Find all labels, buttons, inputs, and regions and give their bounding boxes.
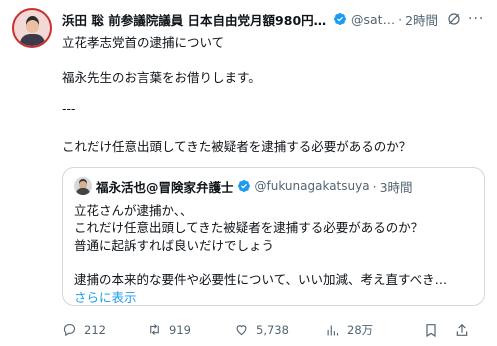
repost-icon [150,324,159,335]
action-bar: 212 919 5,738 28万 [62,322,490,340]
view-count: 28万 [347,323,374,337]
quote-text-line: 普通に起訴すれば良いだけでしょう [74,238,275,253]
reply-button[interactable]: 212 [62,322,106,337]
separator: · [372,178,377,194]
show-more-link[interactable]: さらに表示 [74,287,137,306]
tweet-header: 浜田 聡 前参議院議員 日本自由党月額980円党員… @sat … · 2時間 … [62,9,490,29]
tweet-text-line: 福永先生のお言葉をお借りします。 [62,70,261,85]
quote-handle[interactable]: @fukunagakatsuya [255,179,370,193]
grok-icon[interactable] [446,11,462,27]
views-icon [327,325,339,335]
tweet-text-line: 立花孝志党首の逮捕について [62,35,225,50]
handle-ellipsis: … [382,11,396,27]
quote-text-line: これだけ任意出頭してきた被疑者を逮捕する必要があるのか？ [74,220,424,235]
quoted-tweet[interactable]: 福永活也@冒険家弁護士 @fukunagakatsuya · 3時間 立花さんが… [62,167,485,306]
tweet-text-line: --- [62,101,76,116]
repost-count: 919 [169,322,191,337]
views-button[interactable]: 28万 [325,322,373,338]
share-icon[interactable] [454,322,470,338]
tweet-text-line: これだけ任意出頭してきた被疑者を逮捕する必要があるのか？ [62,139,412,154]
like-icon [236,325,247,336]
like-button[interactable]: 5,738 [234,322,289,337]
quote-header: 福永活也@冒険家弁護士 @fukunagakatsuya · 3時間 [96,177,413,195]
repost-button[interactable]: 919 [147,322,191,337]
quote-display-name[interactable]: 福永活也@冒険家弁護士 [96,177,234,196]
verified-badge-icon [237,180,250,192]
tweet[interactable]: 浜田 聡 前参議院議員 日本自由党月額980円党員… @sat … · 2時間 … [0,0,497,346]
reply-icon [63,323,76,337]
like-count: 5,738 [256,322,289,337]
separator: · [398,11,403,27]
more-icon[interactable]: ··· [468,11,484,27]
timestamp[interactable]: 2時間 [405,10,438,29]
avatar[interactable] [12,8,52,48]
bookmark-icon[interactable] [423,322,439,338]
handle[interactable]: @sat [351,12,383,27]
reply-count: 212 [84,322,106,337]
verified-badge-icon [334,13,346,25]
display-name[interactable]: 浜田 聡 前参議院議員 日本自由党月額980円党員… [62,10,330,29]
quote-text-line: 逮捕の本来的な要件や必要性について、いい加減、考え直すべき… [74,272,448,287]
quote-timestamp[interactable]: 3時間 [380,177,413,196]
quote-avatar[interactable] [74,177,92,195]
